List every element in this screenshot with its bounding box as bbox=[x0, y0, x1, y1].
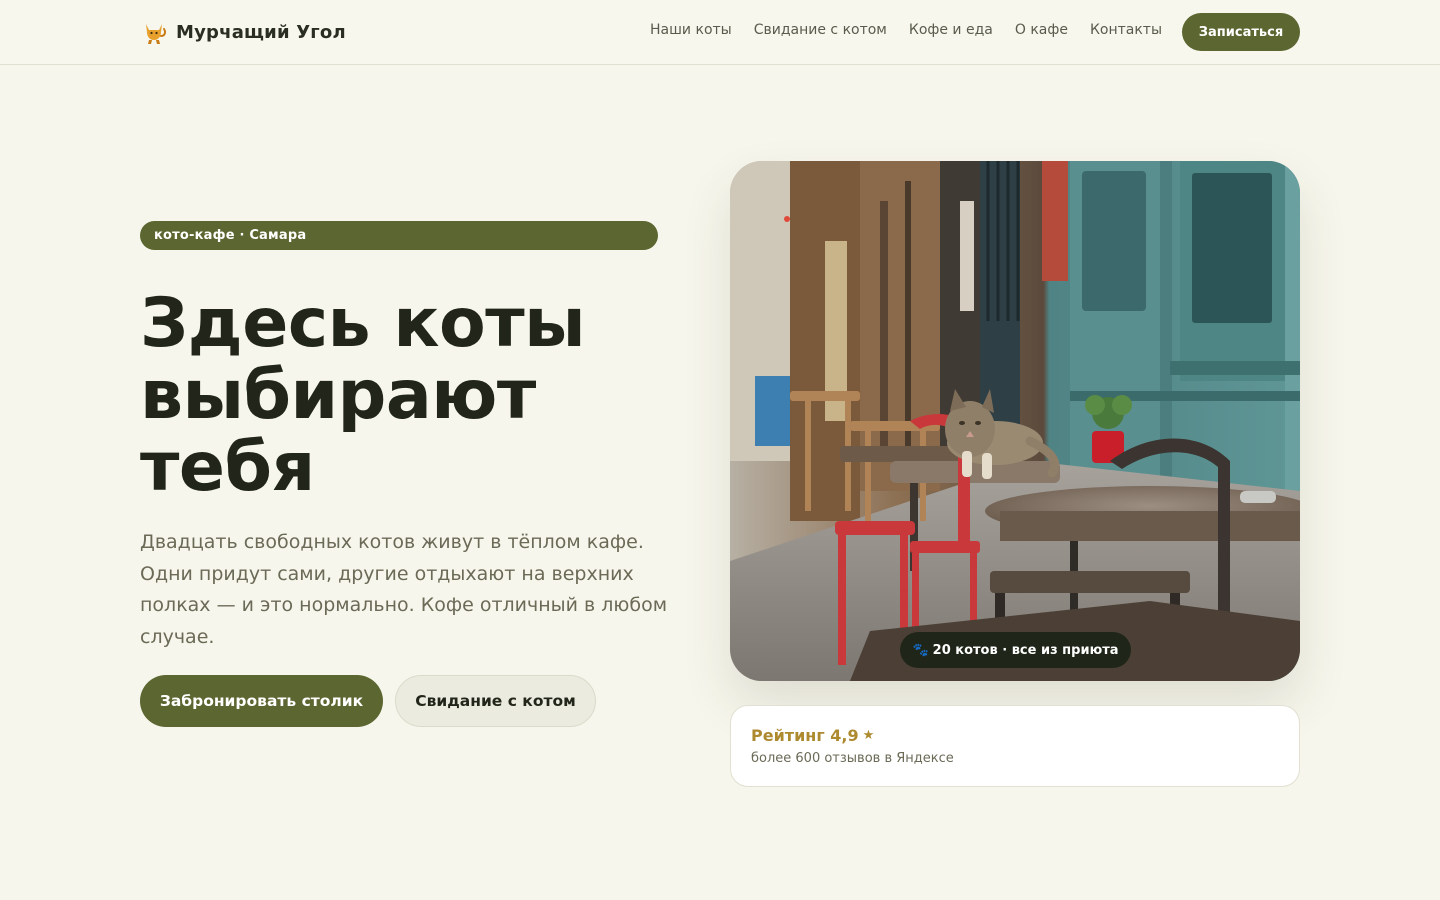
location-tag: кото-кафе · Самара bbox=[140, 221, 658, 250]
cat-date-button[interactable]: Свидание с котом bbox=[395, 675, 596, 727]
hero-title-line: Здесь коты bbox=[140, 284, 586, 363]
main-nav: Наши коты Свидание с котом Кофе и еда О … bbox=[650, 22, 1162, 38]
nav-link-contacts[interactable]: Контакты bbox=[1090, 22, 1162, 38]
brand-logo[interactable]: Мурчащий Угол bbox=[140, 16, 346, 48]
paw-icon: 🐾 bbox=[912, 642, 929, 658]
book-table-button[interactable]: Забронировать столик bbox=[140, 675, 383, 727]
site-header: Мурчащий Угол Наши коты Свидание с котом… bbox=[0, 0, 1440, 65]
hero-lead: Двадцать свободных котов живут в тёплом … bbox=[140, 531, 668, 648]
rating-subtitle: более 600 отзывов в Яндексе bbox=[751, 751, 954, 766]
photo-badge-text: 20 котов · все из приюта bbox=[932, 642, 1119, 658]
rating-title-row: Рейтинг 4,9 ★ bbox=[751, 726, 1279, 745]
cat-icon bbox=[146, 24, 166, 44]
rating-card: Рейтинг 4,9 ★ более 600 отзывов в Яндекс… bbox=[730, 705, 1300, 787]
nav-link-about[interactable]: О кафе bbox=[1015, 22, 1068, 38]
hero-title-line: тебя bbox=[140, 428, 315, 507]
signup-button[interactable]: Записаться bbox=[1182, 13, 1300, 51]
hero-photo bbox=[730, 161, 1300, 681]
photo-badge: 🐾 20 котов · все из приюта bbox=[900, 632, 1131, 668]
nav-link-coffee-food[interactable]: Кофе и еда bbox=[909, 22, 993, 38]
star-icon: ★ bbox=[862, 728, 875, 743]
brand-name: Мурчащий Угол bbox=[176, 21, 346, 43]
hero-title: Здесь коты выбирают тебя bbox=[140, 288, 700, 504]
nav-link-cats[interactable]: Наши коты bbox=[650, 22, 732, 38]
cafe-cat-photo bbox=[730, 161, 1300, 681]
hero-title-line: выбирают bbox=[140, 356, 536, 435]
nav-link-cat-date[interactable]: Свидание с котом bbox=[754, 22, 887, 38]
rating-title: Рейтинг 4,9 bbox=[751, 726, 859, 745]
